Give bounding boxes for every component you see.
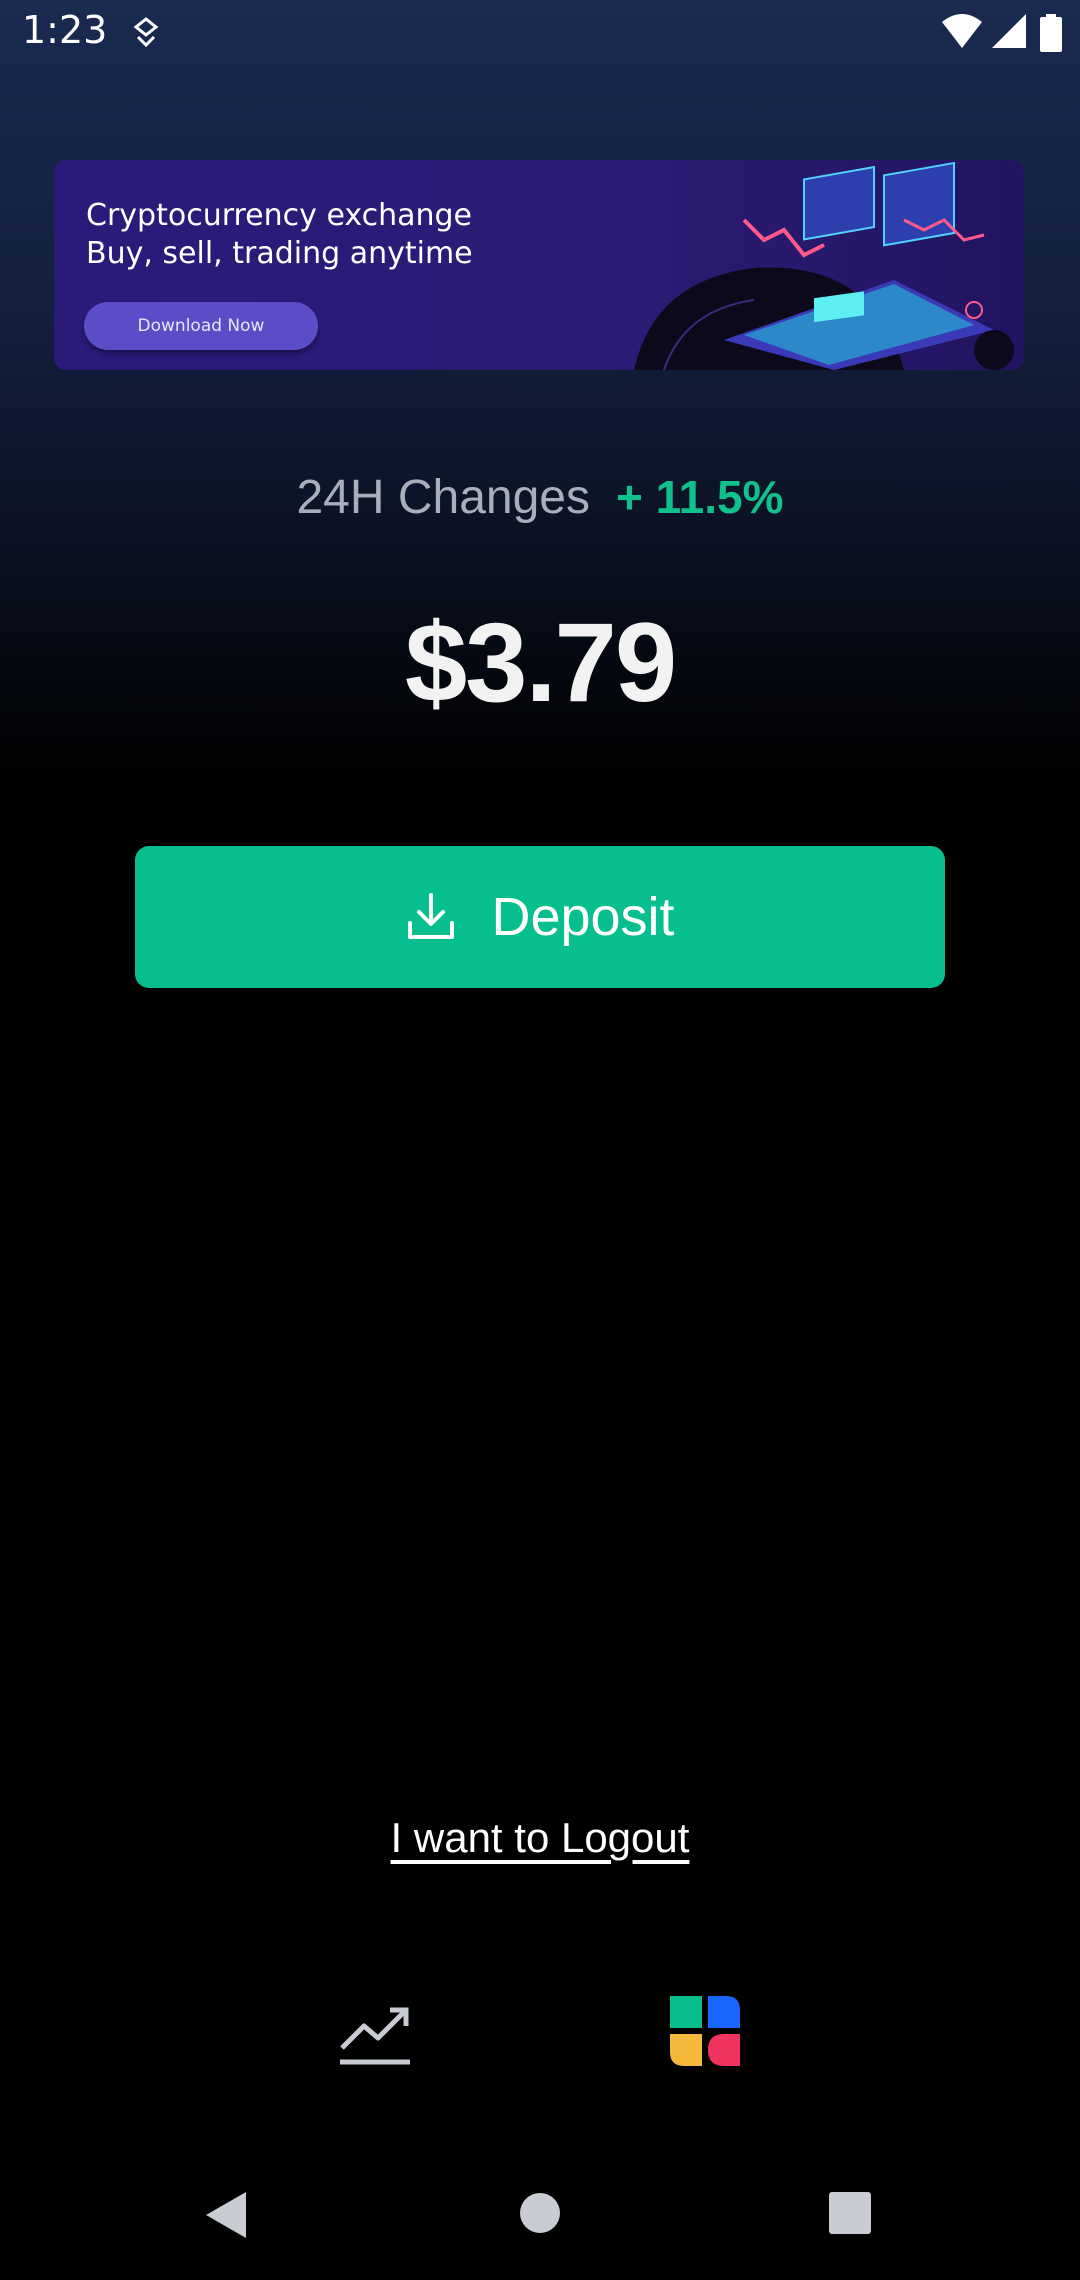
logout-link[interactable]: I want to Logout bbox=[391, 1814, 690, 1861]
system-nav-bar bbox=[0, 2170, 1080, 2260]
banner-headline: Cryptocurrency exchange bbox=[86, 198, 473, 233]
logout-row: I want to Logout bbox=[0, 1814, 1080, 1862]
banner-illustration bbox=[634, 161, 1014, 370]
apps-grid-icon[interactable] bbox=[670, 1996, 740, 2066]
status-bar: 1:23 bbox=[0, 0, 1080, 66]
deposit-button[interactable]: Deposit bbox=[135, 846, 945, 988]
change-label: 24H Changes bbox=[296, 471, 590, 524]
banner-subheadline: Buy, sell, trading anytime bbox=[86, 236, 473, 271]
trending-up-icon[interactable] bbox=[338, 2000, 412, 2066]
deposit-label: Deposit bbox=[491, 887, 675, 947]
home-icon[interactable] bbox=[519, 2192, 561, 2234]
change-row: 24H Changes + 11.5% bbox=[0, 470, 1080, 525]
balance-amount: $3.79 bbox=[404, 600, 677, 725]
promo-banner[interactable]: Cryptocurrency exchange Buy, sell, tradi… bbox=[54, 160, 1024, 370]
status-time: 1:23 bbox=[22, 8, 108, 52]
wifi-icon bbox=[942, 14, 982, 48]
status-icons bbox=[880, 14, 1080, 52]
download-now-button[interactable]: Download Now bbox=[84, 302, 318, 350]
notification-icon bbox=[133, 17, 159, 48]
back-icon[interactable] bbox=[204, 2190, 248, 2240]
change-value: + 11.5% bbox=[615, 471, 784, 523]
bottom-nav bbox=[0, 1980, 1080, 2100]
battery-icon bbox=[1040, 14, 1062, 52]
recents-icon[interactable] bbox=[829, 2192, 871, 2234]
download-icon bbox=[408, 893, 455, 939]
signal-icon bbox=[992, 14, 1026, 48]
